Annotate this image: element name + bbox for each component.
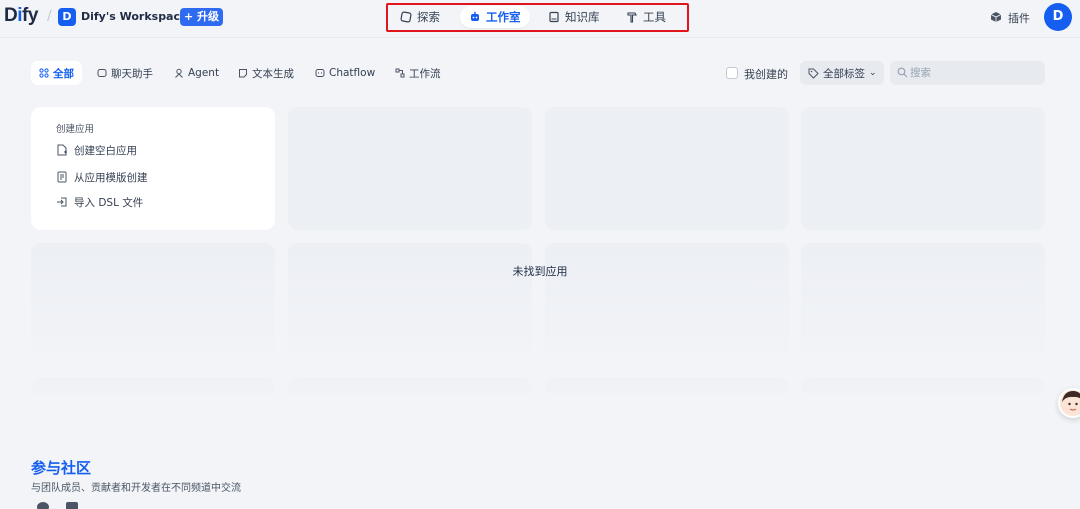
top-header: Dify / D Dify's Workspace ⌄ + 升级 探索 工作室 … bbox=[0, 0, 1080, 38]
community-title: 参与社区 bbox=[31, 459, 92, 477]
app-card-placeholder bbox=[545, 243, 789, 366]
app-card-placeholder bbox=[545, 107, 789, 230]
create-app-card: 创建应用 创建空白应用 从应用模版创建 导入 DSL 文件 bbox=[31, 107, 275, 230]
template-icon bbox=[57, 171, 67, 183]
tab-label: 聊天助手 bbox=[111, 67, 153, 80]
chatflow-icon bbox=[315, 69, 325, 77]
plugins-link[interactable]: 插件 bbox=[1008, 10, 1030, 26]
app-card-placeholder bbox=[801, 243, 1045, 366]
tab-chatflow[interactable]: Chatflow bbox=[307, 61, 383, 85]
nav-label: 工具 bbox=[643, 10, 666, 24]
hammer-icon bbox=[627, 12, 637, 23]
tab-all[interactable]: 全部 bbox=[31, 61, 82, 85]
create-blank-app[interactable]: 创建空白应用 bbox=[56, 142, 137, 158]
search-input[interactable] bbox=[910, 65, 1038, 81]
tab-label: 工作流 bbox=[409, 67, 441, 80]
app-card-placeholder bbox=[31, 243, 275, 366]
app-card-placeholder bbox=[801, 107, 1045, 230]
nav-knowledge[interactable]: 知识库 bbox=[548, 6, 604, 28]
app-card-placeholder bbox=[801, 378, 1045, 400]
community-subtitle: 与团队成员、贡献者和开发者在不同频道中交流 bbox=[31, 483, 241, 494]
create-app-title: 创建应用 bbox=[56, 124, 95, 135]
import-icon bbox=[57, 197, 67, 207]
search-field[interactable] bbox=[890, 61, 1045, 85]
chevron-down-icon: ⌄ bbox=[869, 68, 877, 78]
book-icon bbox=[549, 11, 559, 23]
cube-icon[interactable] bbox=[990, 11, 1002, 23]
tab-agent[interactable]: Agent bbox=[166, 61, 227, 85]
create-item-label: 从应用模版创建 bbox=[74, 171, 148, 184]
support-avatar[interactable] bbox=[1058, 388, 1080, 418]
nav-label: 工作室 bbox=[486, 10, 521, 24]
app-card-placeholder bbox=[288, 107, 532, 230]
nav-tools[interactable]: 工具 bbox=[626, 6, 670, 28]
search-icon bbox=[897, 67, 908, 78]
new-file-icon bbox=[57, 144, 67, 156]
app-card-placeholder bbox=[545, 378, 789, 400]
upgrade-button[interactable]: + 升级 bbox=[180, 8, 223, 26]
tab-label: Chatflow bbox=[329, 67, 376, 79]
user-avatar[interactable]: D bbox=[1044, 3, 1072, 31]
github-icon[interactable] bbox=[37, 502, 49, 509]
text-icon bbox=[239, 69, 247, 78]
agent-icon bbox=[175, 68, 183, 78]
workflow-icon bbox=[395, 68, 405, 78]
tab-workflow[interactable]: 工作流 bbox=[387, 61, 449, 85]
chat-icon bbox=[97, 69, 107, 77]
workspace-badge[interactable]: D bbox=[58, 8, 76, 26]
robot-icon bbox=[471, 11, 479, 21]
import-dsl-file[interactable]: 导入 DSL 文件 bbox=[56, 194, 143, 210]
tab-label: 文本生成 bbox=[252, 67, 294, 80]
nav-studio[interactable]: 工作室 bbox=[460, 6, 530, 28]
dify-logo[interactable]: Dify bbox=[4, 5, 38, 27]
created-by-me-checkbox[interactable] bbox=[726, 67, 738, 79]
tab-text-generation[interactable]: 文本生成 bbox=[230, 61, 302, 85]
app-card-placeholder bbox=[31, 378, 275, 400]
explore-icon bbox=[400, 11, 412, 23]
nav-label: 探索 bbox=[417, 10, 440, 24]
grid-icon bbox=[39, 68, 49, 78]
create-from-template[interactable]: 从应用模版创建 bbox=[56, 169, 148, 185]
discord-icon[interactable] bbox=[66, 502, 78, 509]
support-avatar-icon bbox=[1060, 390, 1080, 416]
nav-explore[interactable]: 探索 bbox=[400, 6, 444, 28]
tab-chat-assistant[interactable]: 聊天助手 bbox=[89, 61, 161, 85]
create-item-label: 创建空白应用 bbox=[74, 144, 137, 157]
create-item-label: 导入 DSL 文件 bbox=[74, 196, 144, 209]
chevron-down-icon[interactable]: ⌄ bbox=[166, 9, 174, 20]
tab-label: Agent bbox=[188, 67, 220, 79]
app-card-placeholder bbox=[288, 243, 532, 366]
breadcrumb-separator: / bbox=[47, 8, 52, 24]
tag-icon bbox=[808, 68, 819, 79]
tag-filter-dropdown[interactable]: 全部标签 ⌄ bbox=[800, 61, 884, 85]
created-by-me-label[interactable]: 我创建的 bbox=[744, 66, 788, 82]
tab-label: 全部 bbox=[53, 67, 74, 80]
app-card-placeholder bbox=[288, 378, 532, 400]
nav-label: 知识库 bbox=[565, 10, 600, 24]
empty-state-message: 未找到应用 bbox=[512, 265, 568, 278]
tag-filter-label: 全部标签 bbox=[823, 67, 865, 80]
